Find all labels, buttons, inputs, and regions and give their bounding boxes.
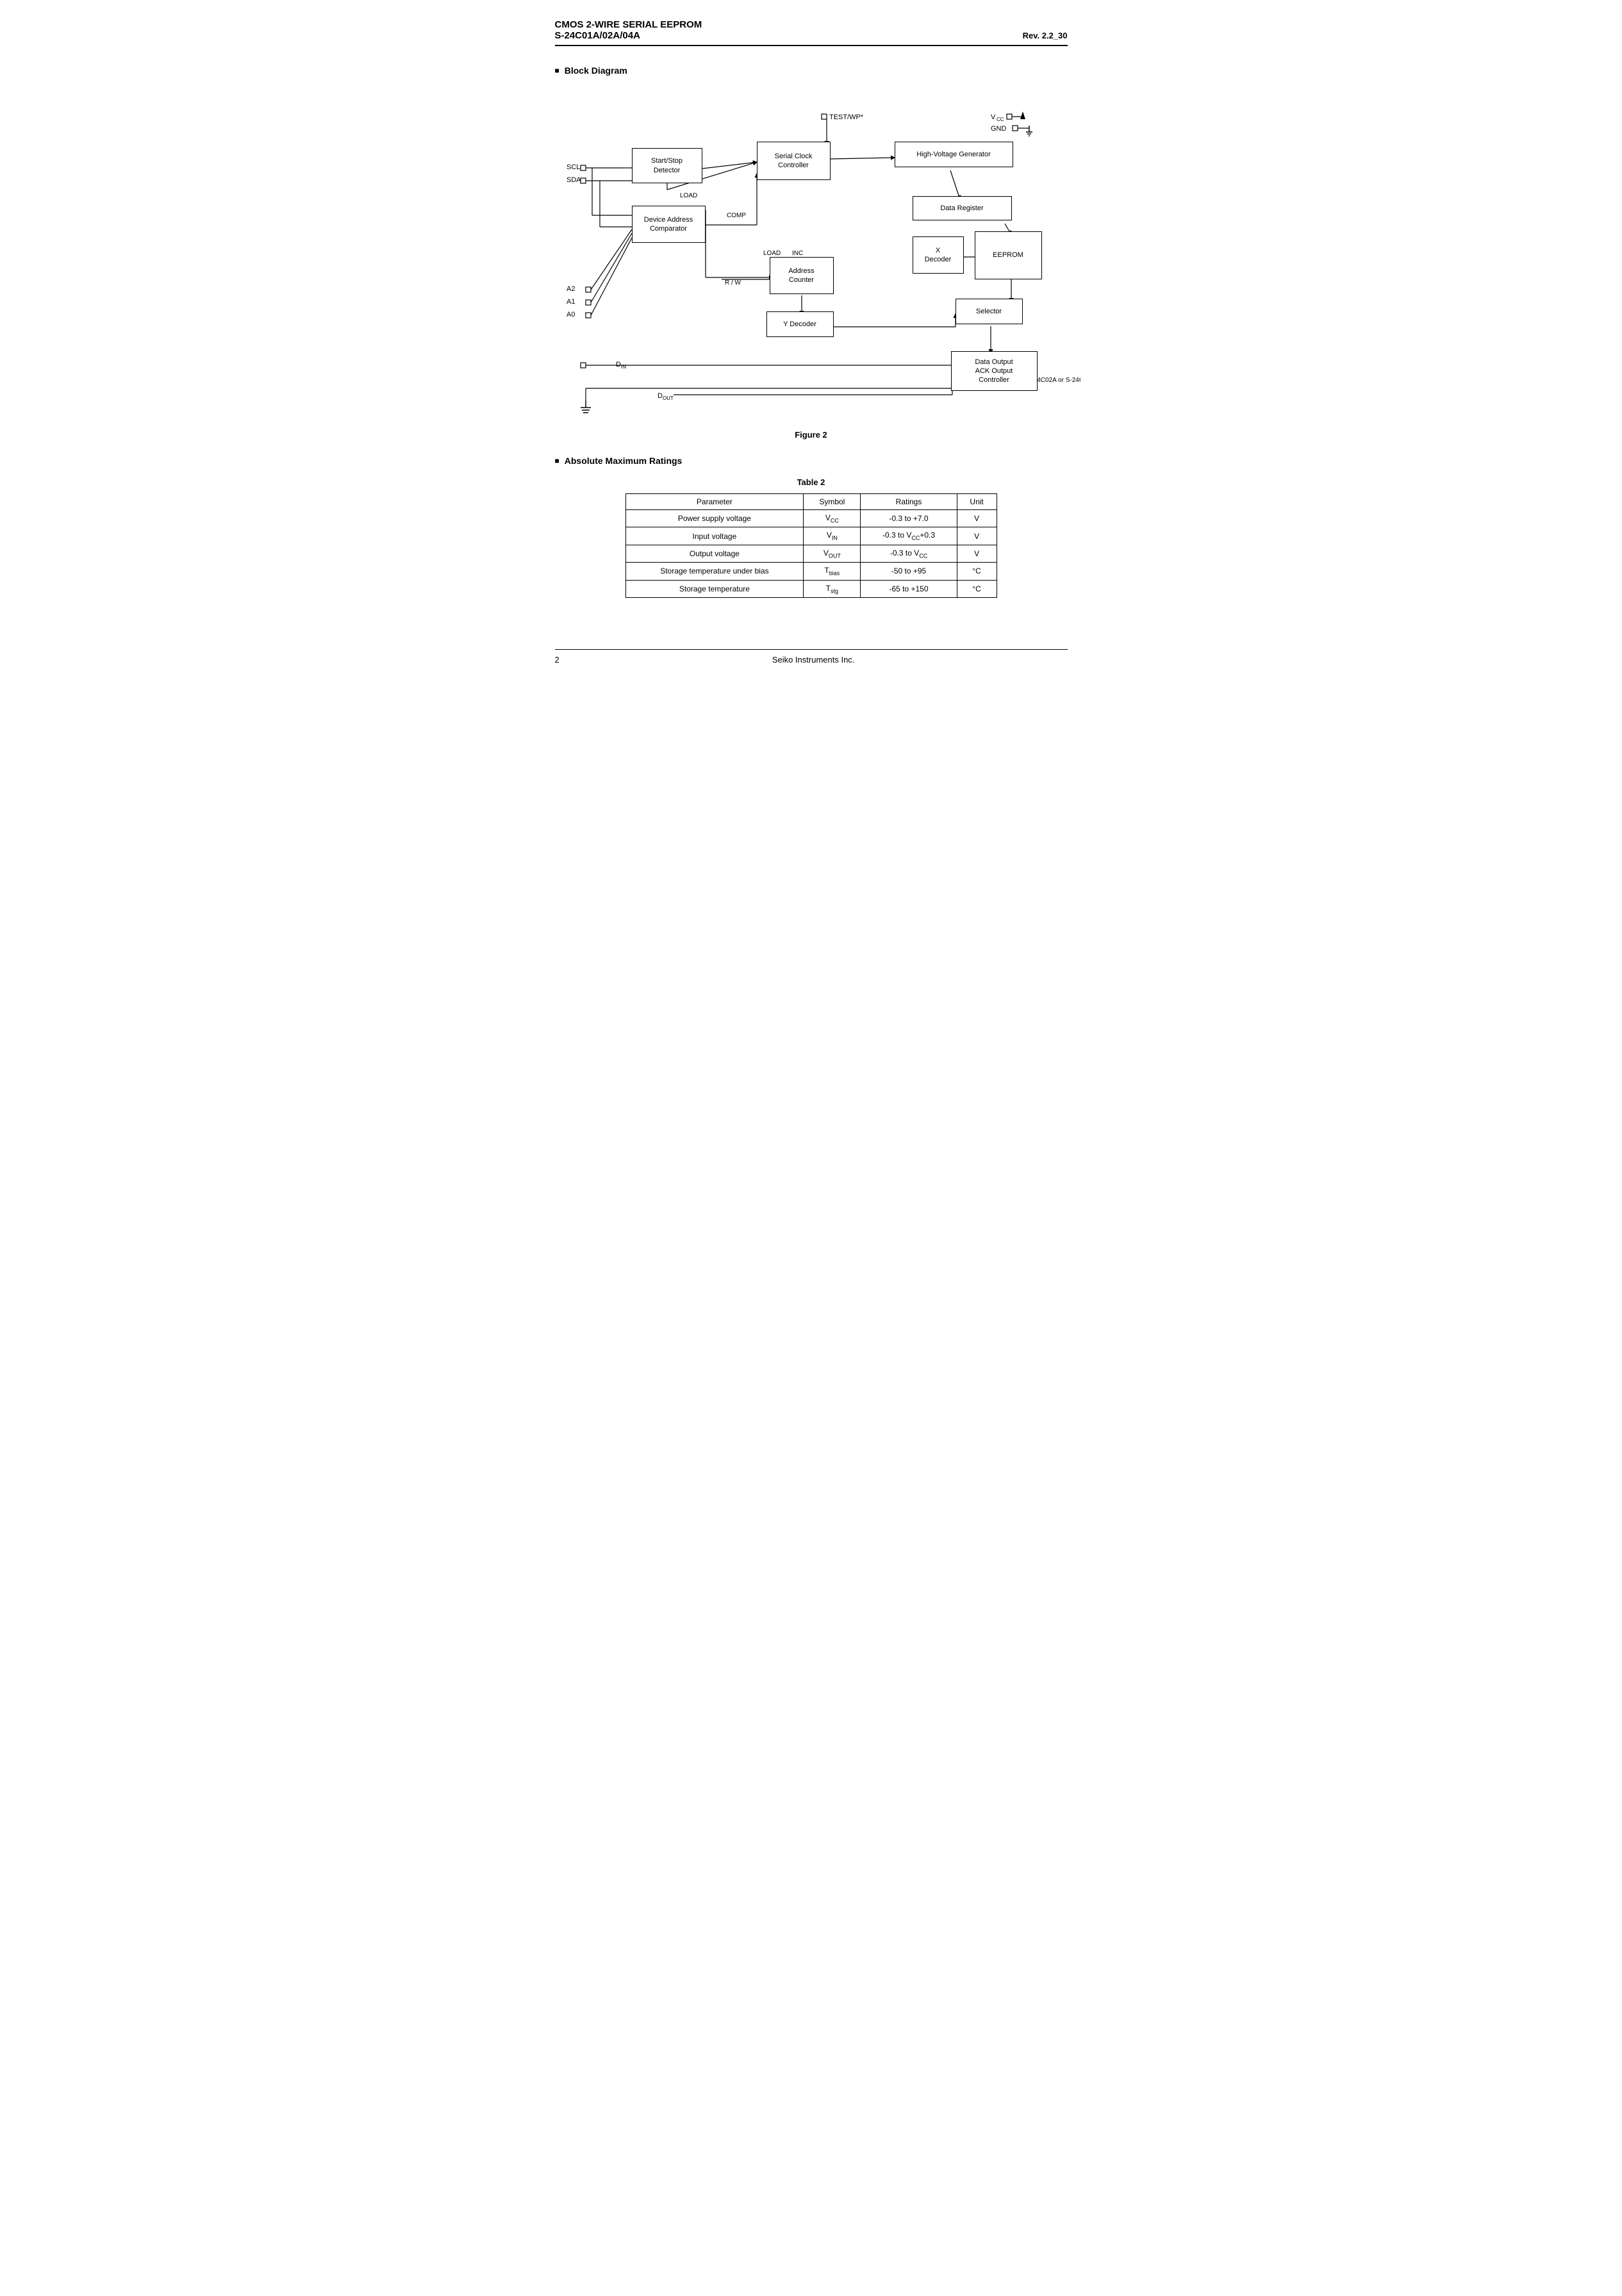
page-footer: 2 Seiko Instruments Inc. <box>555 649 1068 665</box>
eeprom-block: EEPROM <box>975 231 1042 279</box>
table-row: Storage temperatureTstg-65 to +150°C <box>625 580 997 597</box>
svg-text:R / W: R / W <box>725 279 741 286</box>
table-header-row: Parameter Symbol Ratings Unit <box>625 494 997 510</box>
table-row: Power supply voltageVCC-0.3 to +7.0V <box>625 510 997 527</box>
svg-text:D: D <box>616 361 621 368</box>
data-register-block: Data Register <box>913 196 1012 220</box>
company-name: Seiko Instruments Inc. <box>772 655 855 665</box>
ratings-body: Power supply voltageVCC-0.3 to +7.0VInpu… <box>625 510 997 598</box>
header-rev: Rev. 2.2_30 <box>1023 31 1068 40</box>
col-unit: Unit <box>957 494 997 510</box>
page-header: CMOS 2-WIRE SERIAL EEPROM S-24C01A/02A/0… <box>555 19 1068 46</box>
svg-text:A2: A2 <box>567 285 575 293</box>
address-counter-block: AddressCounter <box>770 257 834 294</box>
col-ratings: Ratings <box>861 494 957 510</box>
svg-text:V: V <box>991 113 996 121</box>
block-diagram-heading: Block Diagram <box>555 65 1068 76</box>
svg-text:LOAD: LOAD <box>763 250 781 257</box>
header-line2: S-24C01A/02A/04A <box>555 30 640 41</box>
ratings-heading: Absolute Maximum Ratings <box>555 456 1068 466</box>
y-decoder-block: Y Decoder <box>766 311 834 337</box>
ratings-table: Parameter Symbol Ratings Unit Power supp… <box>625 493 997 598</box>
high-voltage-block: High-Voltage Generator <box>895 142 1013 167</box>
data-output-block: Data OutputACK OutputController <box>951 351 1038 391</box>
svg-text:GND: GND <box>991 125 1007 133</box>
svg-text:OUT: OUT <box>663 395 674 401</box>
start-stop-block: Start/StopDetector <box>632 148 702 183</box>
header-line1: CMOS 2-WIRE SERIAL EEPROM <box>555 19 1068 30</box>
x-decoder-block: XDecoder <box>913 236 964 274</box>
serial-clock-block: Serial ClockController <box>757 142 831 180</box>
col-parameter: Parameter <box>625 494 804 510</box>
svg-text:IN: IN <box>621 364 626 370</box>
table-row: Output voltageVOUT-0.3 to VCCV <box>625 545 997 562</box>
figure-caption: Figure 2 <box>555 430 1068 440</box>
svg-text:SDA: SDA <box>567 176 581 184</box>
col-symbol: Symbol <box>804 494 861 510</box>
svg-text:LOAD: LOAD <box>680 192 697 199</box>
table-row: Storage temperature under biasTbias-50 t… <box>625 563 997 580</box>
svg-text:D: D <box>658 392 663 400</box>
svg-text:A1: A1 <box>567 298 575 306</box>
selector-block: Selector <box>956 299 1023 324</box>
device-addr-block: Device AddressComparator <box>632 206 706 243</box>
svg-text:CC: CC <box>997 117 1004 122</box>
svg-text:TEST/WP*: TEST/WP* <box>829 113 864 121</box>
svg-text:A0: A0 <box>567 311 575 318</box>
page-number: 2 <box>555 655 559 665</box>
block-diagram: SCL SDA TEST/WP* V CC GND <box>555 87 1080 420</box>
svg-text:SCL: SCL <box>567 163 580 171</box>
svg-text:COMP: COMP <box>727 212 746 219</box>
svg-text:INC: INC <box>792 250 803 257</box>
table-row: Input voltageVIN-0.3 to VCC+0.3V <box>625 527 997 545</box>
table-caption: Table 2 <box>555 477 1068 487</box>
